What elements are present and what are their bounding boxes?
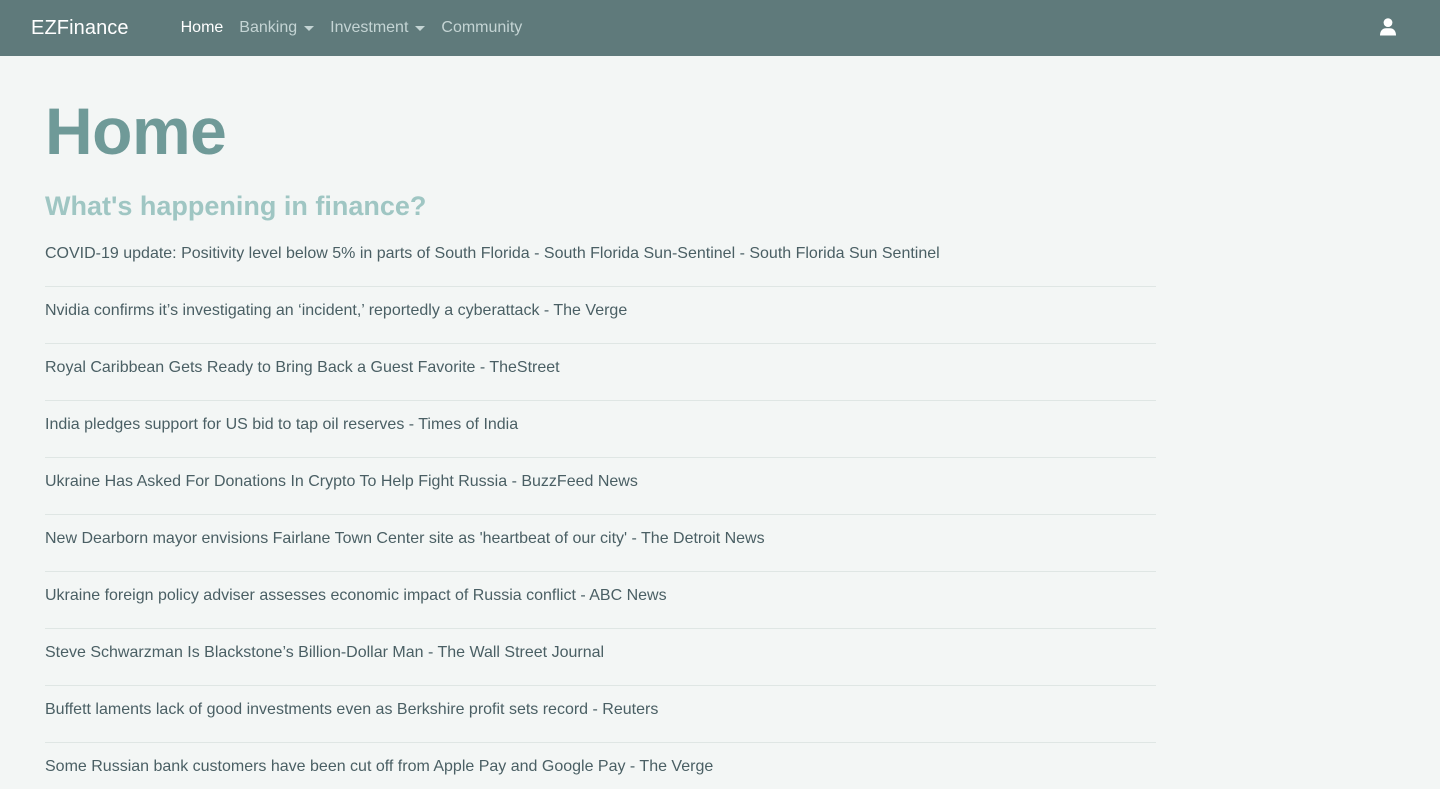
nav-investment-label: Investment [330,19,409,36]
chevron-down-icon [415,25,426,31]
section-subtitle: What's happening in finance? [45,191,427,221]
news-link[interactable]: Royal Caribbean Gets Ready to Bring Back… [45,344,1156,378]
news-link[interactable]: India pledges support for US bid to tap … [45,401,1156,435]
news-item: Some Russian bank customers have been cu… [45,743,1156,789]
news-item: Royal Caribbean Gets Ready to Bring Back… [45,344,1156,402]
news-link[interactable]: Ukraine foreign policy adviser assesses … [45,572,1156,606]
brand-logo[interactable]: EZFinance [31,17,129,40]
news-link[interactable]: COVID-19 update: Positivity level below … [45,230,1156,264]
main-content: Home What's happening in finance? COVID-… [0,56,1156,789]
nav-investment-dropdown[interactable]: Investment [322,11,433,45]
news-link[interactable]: Buffett laments lack of good investments… [45,686,1156,720]
nav-home[interactable]: Home [173,11,232,45]
nav-banking-label: Banking [239,19,298,36]
news-list: COVID-19 update: Positivity level below … [45,230,1156,789]
nav-community-label: Community [441,19,523,36]
news-link[interactable]: New Dearborn mayor envisions Fairlane To… [45,515,1156,549]
news-item: Steve Schwarzman Is Blackstone’s Billion… [45,629,1156,687]
news-item: COVID-19 update: Positivity level below … [45,230,1156,288]
news-link[interactable]: Steve Schwarzman Is Blackstone’s Billion… [45,629,1156,663]
chevron-down-icon [304,25,315,31]
news-item: Ukraine foreign policy adviser assesses … [45,572,1156,630]
nav-home-label: Home [180,19,224,36]
news-item: New Dearborn mayor envisions Fairlane To… [45,515,1156,573]
nav-community[interactable]: Community [433,11,530,45]
news-item: Buffett laments lack of good investments… [45,686,1156,744]
news-link[interactable]: Nvidia confirms it’s investigating an ‘i… [45,287,1156,321]
news-link[interactable]: Ukraine Has Asked For Donations In Crypt… [45,458,1156,492]
nav-banking-dropdown[interactable]: Banking [231,11,322,45]
nav-links: Home Banking Investment Community [173,11,531,45]
page-title: Home [45,94,227,168]
news-link[interactable]: Some Russian bank customers have been cu… [45,743,1156,777]
top-navbar: EZFinance Home Banking Investment Commun… [0,0,1440,56]
user-icon[interactable] [1380,18,1396,38]
news-item: India pledges support for US bid to tap … [45,401,1156,459]
news-item: Nvidia confirms it’s investigating an ‘i… [45,287,1156,345]
user-icon-svg [1380,18,1396,36]
news-item: Ukraine Has Asked For Donations In Crypt… [45,458,1156,516]
